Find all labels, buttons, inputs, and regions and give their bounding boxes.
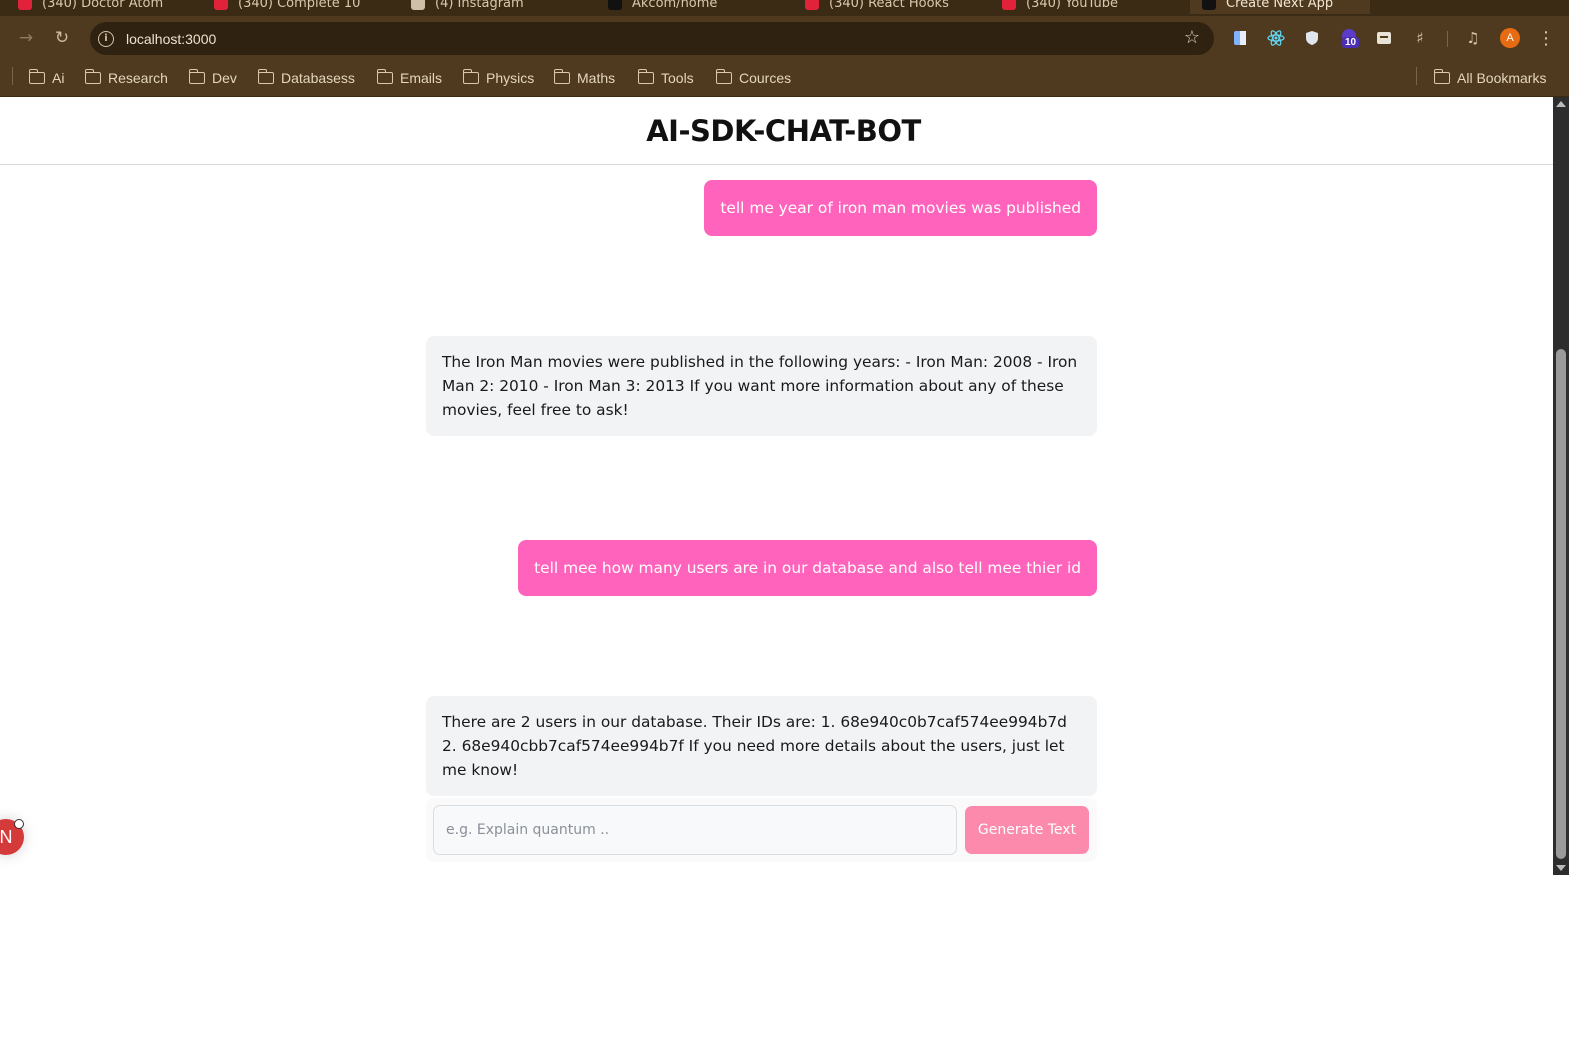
- browser-toolbar: → ↻ i localhost:3000 ☆: [0, 16, 1569, 60]
- media-controls-icon[interactable]: ♫: [1462, 27, 1484, 49]
- browser-tab[interactable]: (4) Instagram: [411, 0, 591, 14]
- bookmark-label: Cources: [739, 70, 792, 86]
- browser-tab-active[interactable]: Create Next App: [1190, 0, 1370, 14]
- folder-icon: [84, 69, 101, 84]
- bookmark-label: All Bookmarks: [1457, 70, 1547, 86]
- bookmark-folder[interactable]: Physics: [462, 67, 535, 89]
- folder-icon: [553, 69, 570, 84]
- generate-text-button[interactable]: Generate Text: [965, 806, 1089, 854]
- browser-tab[interactable]: Akcom/home: [608, 0, 788, 14]
- browser-tab[interactable]: (340) YouTube: [1002, 0, 1182, 14]
- bookmark-folder[interactable]: Cources: [715, 67, 792, 89]
- reload-icon[interactable]: ↻: [47, 23, 77, 53]
- folder-icon: [28, 69, 45, 84]
- scroll-down-arrow-icon[interactable]: [1556, 865, 1566, 871]
- bookmark-star-icon[interactable]: ☆: [1184, 27, 1200, 48]
- tab-title: (340) React Hooks: [829, 0, 949, 11]
- bookmark-label: Dev: [212, 70, 237, 86]
- youtube-icon: [214, 0, 228, 10]
- user-message: tell me year of iron man movies was publ…: [704, 180, 1097, 236]
- assistant-message: The Iron Man movies were published in th…: [426, 336, 1097, 436]
- x-icon: [608, 0, 622, 10]
- extension-docs-icon[interactable]: [1229, 27, 1251, 49]
- toolbar-divider: [1447, 31, 1448, 47]
- bookmark-folder[interactable]: Tools: [637, 67, 694, 89]
- tab-strip: (340) Doctor Atom (340) Complete 10 (4) …: [0, 0, 1569, 16]
- browser-tab[interactable]: (340) Doctor Atom: [18, 0, 198, 14]
- folder-icon: [715, 69, 732, 84]
- bookmark-folder[interactable]: Dev: [188, 67, 237, 89]
- tab-title: (4) Instagram: [435, 0, 524, 11]
- folder-icon: [462, 69, 479, 84]
- folder-icon: [1433, 69, 1450, 84]
- scrollbar-thumb[interactable]: [1556, 349, 1566, 859]
- bookmark-folder[interactable]: Research: [84, 67, 168, 89]
- tab-title: (340) Complete 10: [238, 0, 361, 11]
- all-bookmarks-button[interactable]: All Bookmarks: [1433, 67, 1547, 89]
- extensions-puzzle-icon[interactable]: ♯: [1409, 27, 1431, 49]
- bookmark-folder[interactable]: Maths: [553, 67, 616, 89]
- bookmark-label: Maths: [577, 70, 616, 86]
- tab-title: (340) Doctor Atom: [42, 0, 164, 11]
- bookmark-label: Physics: [486, 70, 535, 86]
- youtube-icon: [805, 0, 819, 10]
- folder-icon: [376, 69, 393, 84]
- extension-tool-icon[interactable]: [1373, 27, 1395, 49]
- bookmarks-bar: Ai Research Dev Databasess Emails Physic…: [0, 60, 1569, 97]
- dev-badge-letter: N: [0, 826, 13, 847]
- bookmark-label: Ai: [52, 70, 65, 86]
- bookmark-label: Tools: [661, 70, 694, 86]
- assistant-message: There are 2 users in our database. Their…: [426, 696, 1097, 796]
- app-header: AI-SDK-CHAT-BOT: [0, 97, 1553, 165]
- extension-badge-count: 10: [1342, 37, 1360, 48]
- page-title: AI-SDK-CHAT-BOT: [646, 113, 921, 148]
- bookmark-folder[interactable]: Ai: [28, 67, 65, 89]
- nextjs-icon: [1202, 0, 1216, 10]
- folder-icon: [637, 69, 654, 84]
- folder-icon: [257, 69, 274, 84]
- scroll-up-arrow-icon[interactable]: [1556, 101, 1566, 107]
- bookmark-folder[interactable]: Databasess: [257, 67, 355, 89]
- chat-composer: Generate Text: [426, 798, 1097, 862]
- forward-icon[interactable]: →: [11, 23, 41, 53]
- prompt-input[interactable]: [433, 805, 957, 855]
- tab-title: Create Next App: [1226, 0, 1334, 11]
- bookmarks-divider: [12, 67, 13, 85]
- browser-tab[interactable]: (340) Complete 10: [214, 0, 394, 14]
- tab-title: Akcom/home: [632, 0, 718, 11]
- browser-tab[interactable]: (340) React Hooks: [805, 0, 985, 14]
- react-devtools-icon[interactable]: [1265, 27, 1287, 49]
- instagram-icon: [411, 0, 425, 10]
- folder-icon: [188, 69, 205, 84]
- page-scrollbar[interactable]: [1553, 97, 1569, 875]
- url-text: localhost:3000: [126, 30, 217, 47]
- notification-dot: [14, 819, 24, 829]
- youtube-icon: [18, 0, 32, 10]
- address-bar[interactable]: i localhost:3000 ☆: [90, 22, 1214, 55]
- tab-title: (340) YouTube: [1026, 0, 1118, 11]
- bookmarks-divider: [1416, 67, 1417, 85]
- youtube-icon: [1002, 0, 1016, 10]
- bookmark-label: Research: [108, 70, 168, 86]
- site-info-icon[interactable]: i: [98, 30, 114, 47]
- bookmark-label: Databasess: [281, 70, 355, 86]
- nextjs-dev-indicator[interactable]: N: [0, 819, 24, 855]
- shield-icon[interactable]: [1301, 27, 1323, 49]
- profile-avatar[interactable]: A: [1500, 28, 1520, 48]
- page-viewport: AI-SDK-CHAT-BOT tell me year of iron man…: [0, 97, 1553, 1056]
- bookmark-label: Emails: [400, 70, 443, 86]
- menu-kebab-icon[interactable]: ⋮: [1535, 27, 1557, 49]
- bookmark-folder[interactable]: Emails: [376, 67, 443, 89]
- user-message: tell mee how many users are in our datab…: [518, 540, 1097, 596]
